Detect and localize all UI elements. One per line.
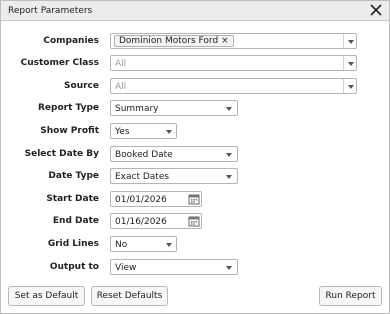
chevron-down-icon[interactable] <box>348 85 354 89</box>
report-type-value: Summary <box>115 104 159 114</box>
close-icon[interactable] <box>369 3 383 17</box>
date-type-value: Exact Dates <box>115 172 170 182</box>
dialog-title: Report Parameters <box>8 6 93 16</box>
dropdown-separator <box>343 79 344 93</box>
show-profit-select[interactable]: Yes <box>110 123 177 139</box>
chevron-down-icon[interactable] <box>226 266 232 270</box>
customer-class-label: Customer Class <box>20 58 99 68</box>
date-type-select[interactable]: Exact Dates <box>110 168 238 184</box>
select-date-by-label: Select Date By <box>24 149 99 159</box>
companies-multiselect[interactable]: Dominion Motors Ford × <box>110 33 357 49</box>
calendar-icon[interactable] <box>188 193 200 205</box>
companies-label: Companies <box>43 36 99 46</box>
source-row: Source All <box>1 78 389 94</box>
customer-class-select[interactable]: All <box>110 55 357 71</box>
start-date-row: Start Date 01/01/2026 <box>1 191 389 207</box>
calendar-icon[interactable] <box>188 215 200 227</box>
run-report-button[interactable]: Run Report <box>319 286 382 306</box>
grid-lines-label: Grid Lines <box>47 239 99 249</box>
source-placeholder: All <box>115 82 127 92</box>
date-type-label: Date Type <box>48 171 99 181</box>
grid-lines-row: Grid Lines No <box>1 236 389 252</box>
dialog-footer: Set as Default Reset Defaults Run Report <box>1 281 389 313</box>
dialog-titlebar: Report Parameters <box>1 1 389 21</box>
end-date-label: End Date <box>52 216 99 226</box>
chevron-down-icon[interactable] <box>166 130 172 134</box>
chevron-down-icon[interactable] <box>226 107 232 111</box>
companies-row: Companies Dominion Motors Ford × <box>1 33 389 49</box>
reset-defaults-button[interactable]: Reset Defaults <box>91 286 168 306</box>
start-date-input[interactable]: 01/01/2026 <box>110 191 202 207</box>
customer-class-placeholder: All <box>115 59 127 69</box>
output-to-row: Output to View <box>1 259 389 275</box>
show-profit-row: Show Profit Yes <box>1 123 389 139</box>
chevron-down-icon[interactable] <box>166 243 172 247</box>
select-date-by-row: Select Date By Booked Date <box>1 146 389 162</box>
dropdown-separator <box>343 56 344 70</box>
remove-tag-icon[interactable]: × <box>221 36 229 46</box>
show-profit-value: Yes <box>115 127 130 137</box>
chevron-down-icon[interactable] <box>348 62 354 66</box>
chevron-down-icon[interactable] <box>226 153 232 157</box>
set-as-default-button[interactable]: Set as Default <box>8 286 85 306</box>
output-to-label: Output to <box>49 262 99 272</box>
source-label: Source <box>64 81 99 91</box>
chevron-down-icon[interactable] <box>226 175 232 179</box>
company-tag-label: Dominion Motors Ford <box>119 36 219 46</box>
output-to-select[interactable]: View <box>110 259 238 275</box>
report-parameters-dialog: Report Parameters Companies Dominion Mot… <box>0 0 390 314</box>
select-date-by-value: Booked Date <box>115 150 173 160</box>
chevron-down-icon[interactable] <box>348 40 354 44</box>
output-to-value: View <box>115 263 137 273</box>
show-profit-label: Show Profit <box>40 126 99 136</box>
date-type-row: Date Type Exact Dates <box>1 168 389 184</box>
report-type-select[interactable]: Summary <box>110 100 238 116</box>
company-tag: Dominion Motors Ford × <box>114 35 234 47</box>
report-type-label: Report Type <box>37 103 99 113</box>
end-date-input[interactable]: 01/16/2026 <box>110 213 202 229</box>
report-type-row: Report Type Summary <box>1 100 389 116</box>
grid-lines-select[interactable]: No <box>110 236 177 252</box>
start-date-label: Start Date <box>46 194 99 204</box>
customer-class-row: Customer Class All <box>1 55 389 71</box>
end-date-row: End Date 01/16/2026 <box>1 213 389 229</box>
select-date-by-select[interactable]: Booked Date <box>110 146 238 162</box>
dropdown-separator <box>343 34 344 48</box>
source-select[interactable]: All <box>110 78 357 94</box>
start-date-value: 01/01/2026 <box>115 195 167 205</box>
end-date-value: 01/16/2026 <box>115 217 167 227</box>
grid-lines-value: No <box>115 240 128 250</box>
